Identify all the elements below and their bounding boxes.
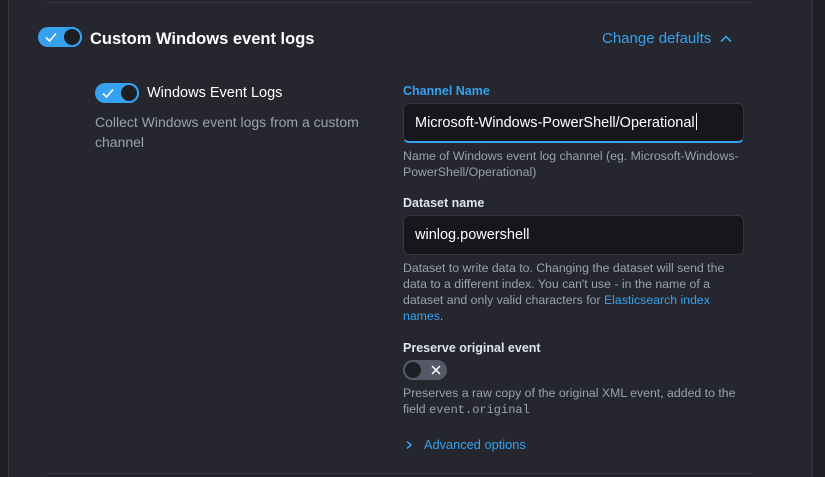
check-icon — [102, 88, 114, 99]
change-defaults-button[interactable]: Change defaults — [602, 30, 733, 47]
channel-name-value: Microsoft-Windows-PowerShell/Operational — [415, 115, 695, 131]
change-defaults-label: Change defaults — [602, 30, 712, 47]
top-divider — [46, 2, 752, 3]
dataset-name-label: Dataset name — [403, 196, 485, 210]
dataset-name-help: Dataset to write data to. Changing the d… — [403, 260, 748, 324]
cross-icon — [431, 365, 441, 375]
toggle-knob — [119, 83, 139, 103]
integration-panel: Custom Windows event logs Change default… — [8, 0, 813, 477]
section-title: Custom Windows event logs — [90, 30, 315, 48]
dataset-name-value: winlog.powershell — [415, 227, 530, 243]
windows-event-logs-toggle[interactable] — [95, 83, 139, 103]
section-toggle[interactable] — [38, 27, 82, 47]
channel-name-label: Channel Name — [403, 84, 490, 98]
dataset-name-input[interactable]: winlog.powershell — [403, 215, 744, 255]
toggle-knob — [62, 27, 82, 47]
dataset-help-end: . — [439, 309, 444, 323]
chevron-right-icon — [406, 440, 413, 449]
advanced-options-label: Advanced options — [424, 437, 526, 452]
text-cursor — [695, 113, 697, 130]
check-icon — [45, 32, 57, 43]
bottom-divider — [46, 473, 752, 474]
preserve-original-help: Preserves a raw copy of the original XML… — [403, 385, 748, 418]
channel-name-help: Name of Windows event log channel (eg. M… — [403, 149, 739, 179]
preserve-original-label: Preserve original event — [403, 341, 541, 355]
channel-name-input[interactable]: Microsoft-Windows-PowerShell/Operational — [403, 103, 744, 143]
chevron-up-icon — [720, 34, 732, 42]
event-original-code: event.original — [428, 403, 530, 417]
input-title: Windows Event Logs — [147, 85, 283, 101]
advanced-options-button[interactable]: Advanced options — [404, 437, 526, 452]
toggle-knob — [403, 360, 423, 380]
input-description: Collect Windows event logs from a custom… — [95, 114, 359, 150]
preserve-original-toggle[interactable] — [403, 360, 447, 380]
